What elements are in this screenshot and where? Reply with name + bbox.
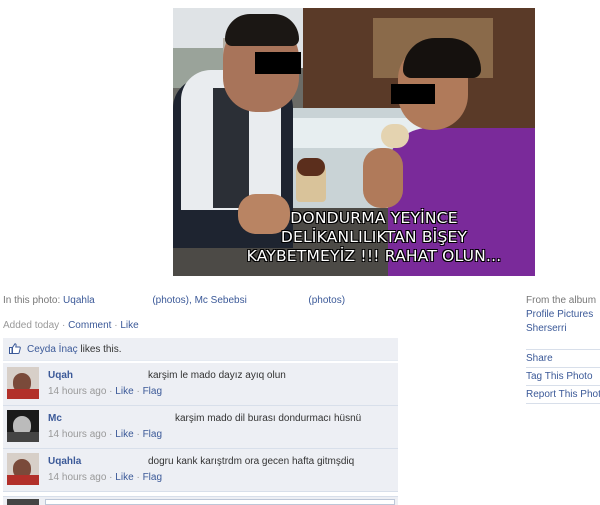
- separator-dot: ·: [114, 320, 118, 331]
- comment-text: karşim le mado dayız ayıq olun: [148, 370, 286, 381]
- share-link[interactable]: Share: [526, 349, 600, 368]
- likes-bar: Ceyda İnaç likes this.: [3, 338, 398, 361]
- tag-separator: ,: [189, 295, 192, 306]
- comment-author[interactable]: Uqahla: [48, 456, 81, 467]
- comment-link[interactable]: Comment: [68, 320, 111, 331]
- album-info: From the album Profile Pictures Sherserr…: [526, 294, 600, 336]
- comment-like-link[interactable]: Like: [115, 429, 133, 440]
- photo-tags: In this photo: Uqahla (photos), Mc Sebeb…: [3, 295, 345, 306]
- photo-action-list: Share Tag This Photo Report This Photo: [526, 349, 600, 404]
- separator-dot: ·: [109, 429, 113, 440]
- comment-flag-link[interactable]: Flag: [143, 386, 162, 397]
- comment-meta: 14 hours ago · Like · Flag: [48, 386, 162, 397]
- comment-meta: 14 hours ago · Like · Flag: [48, 472, 162, 483]
- comment-item: Mc karşim mado dil burası dondurmacı hüs…: [3, 406, 398, 449]
- tag-photo-link[interactable]: Tag This Photo: [526, 368, 600, 386]
- photo[interactable]: DONDURMA YEYİNCE DELİKANLILIKTAN BİŞEY K…: [173, 8, 535, 276]
- comment-author[interactable]: Mc: [48, 413, 62, 424]
- thumbs-up-icon: [9, 343, 21, 354]
- report-photo-link[interactable]: Report This Photo: [526, 386, 600, 404]
- likes-text: Ceyda İnaç likes this.: [27, 344, 122, 355]
- avatar[interactable]: [7, 367, 39, 399]
- tags-label: In this photo:: [3, 295, 61, 306]
- comment-like-link[interactable]: Like: [115, 386, 133, 397]
- comment-text: dogru kank karıştrdm ora gecen hafta git…: [148, 456, 355, 467]
- separator-dot: ·: [109, 472, 113, 483]
- added-time: Added today: [3, 320, 60, 331]
- ice-cream-scoop: [297, 158, 325, 176]
- comment-flag-link[interactable]: Flag: [143, 472, 162, 483]
- photo-caption: DONDURMA YEYİNCE DELİKANLILIKTAN BİŞEY K…: [246, 209, 502, 265]
- comment-author[interactable]: Uqah: [48, 370, 73, 381]
- tag-photos-link[interactable]: (photos): [152, 295, 189, 306]
- avatar[interactable]: [7, 410, 39, 442]
- avatar[interactable]: [7, 453, 39, 485]
- tag-link[interactable]: Mc Sebebsi: [195, 295, 247, 306]
- separator-dot: ·: [136, 472, 140, 483]
- separator-dot: ·: [109, 386, 113, 397]
- album-link[interactable]: Profile Pictures: [526, 308, 600, 322]
- comment-flag-link[interactable]: Flag: [143, 429, 162, 440]
- avatar: [7, 499, 39, 505]
- separator-dot: ·: [136, 386, 140, 397]
- comment-text: karşim mado dil burası dondurmacı hüsnü: [175, 413, 362, 424]
- person-right-arm: [363, 148, 403, 208]
- comment-item: Uqah karşim le mado dayız ayıq olun 14 h…: [3, 363, 398, 406]
- tag-photos-link[interactable]: (photos): [308, 295, 345, 306]
- comment-meta: 14 hours ago · Like · Flag: [48, 429, 162, 440]
- like-link[interactable]: Like: [120, 320, 138, 331]
- comment-item: Uqahla dogru kank karıştrdm ora gecen ha…: [3, 449, 398, 492]
- from-album-label: From the album: [526, 295, 597, 306]
- liker-name[interactable]: Ceyda İnaç: [27, 344, 78, 355]
- photo-actions: Added today · Comment · Like: [3, 320, 139, 331]
- separator-dot: ·: [61, 320, 66, 331]
- tag-link[interactable]: Uqahla: [63, 295, 95, 306]
- separator-dot: ·: [136, 429, 140, 440]
- censor-bar: [255, 52, 301, 74]
- person-left-hair: [225, 14, 299, 46]
- likes-suffix: likes this.: [80, 344, 122, 355]
- comment-time: 14 hours ago: [48, 429, 107, 440]
- owner-link[interactable]: Sherserri: [526, 322, 600, 336]
- comment-time: 14 hours ago: [48, 472, 107, 483]
- comment-input[interactable]: [45, 499, 395, 505]
- comment-like-link[interactable]: Like: [115, 472, 133, 483]
- comment-time: 14 hours ago: [48, 386, 107, 397]
- censor-bar: [391, 84, 435, 104]
- ice-cream-cone: [381, 124, 409, 148]
- photo-sidebar: From the album Profile Pictures Sherserr…: [526, 294, 600, 404]
